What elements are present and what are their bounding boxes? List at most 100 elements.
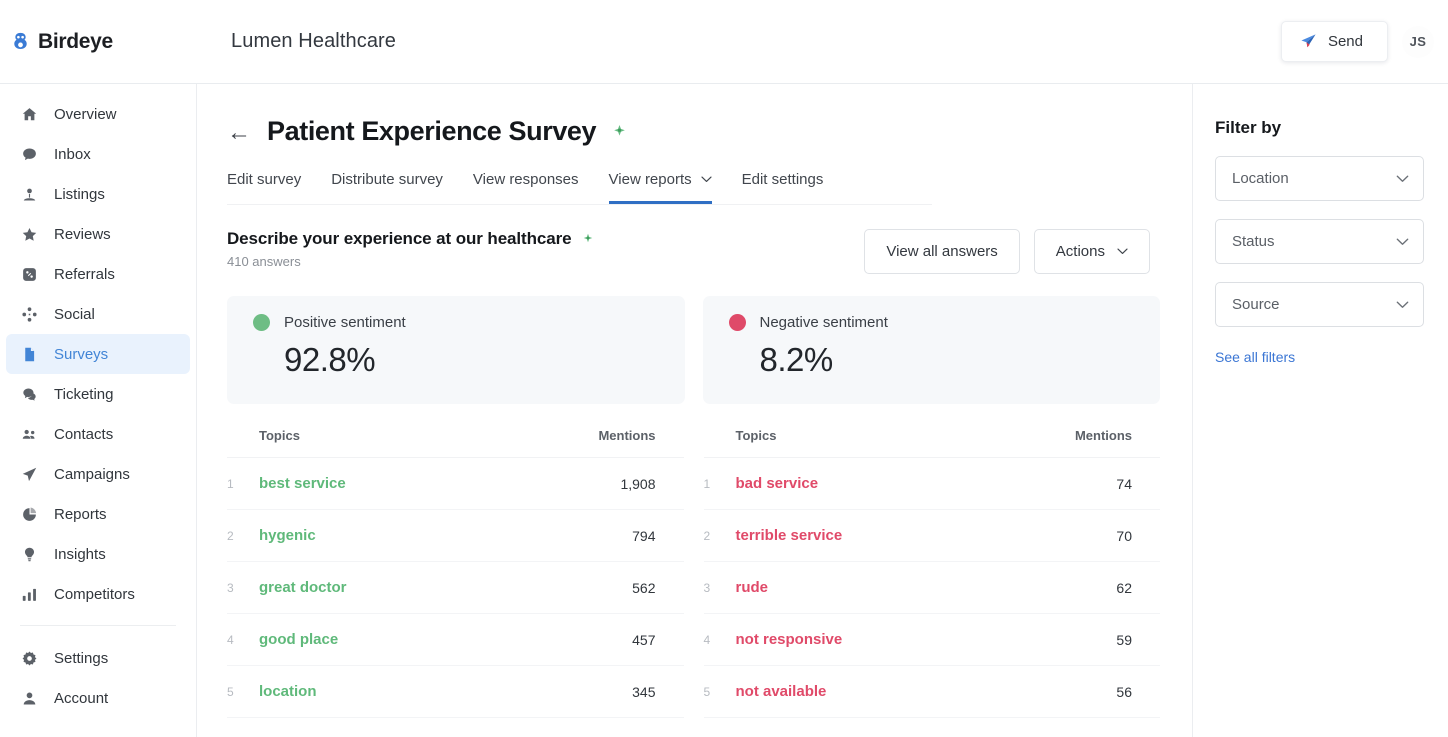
negative-topics-table: Topics Mentions 1 bad service 74 2 terri… [704, 422, 1161, 718]
row-topic[interactable]: great doctor [259, 579, 347, 596]
table-row[interactable]: 1 bad service 74 [704, 458, 1161, 510]
tab-label: View reports [609, 171, 692, 188]
row-mentions: 59 [1116, 632, 1160, 648]
filter-select-label: Location [1232, 170, 1289, 187]
red-dot-icon [729, 314, 746, 331]
negative-sentiment-value: 8.2% [760, 341, 1135, 379]
table-row[interactable]: 2 terrible service 70 [704, 510, 1161, 562]
row-mentions: 562 [632, 580, 683, 596]
sidebar-item-settings[interactable]: Settings [6, 638, 190, 678]
table-row[interactable]: 4 good place 457 [227, 614, 684, 666]
filter-select-label: Source [1232, 296, 1280, 313]
back-arrow-icon[interactable]: ← [227, 121, 251, 145]
table-row[interactable]: 5 location 345 [227, 666, 684, 718]
sidebar-item-inbox[interactable]: Inbox [6, 134, 190, 174]
body-row: Overview Inbox Listings Reviews [0, 84, 1448, 737]
positive-sentiment-label: Positive sentiment [284, 314, 406, 331]
row-topic[interactable]: rude [736, 579, 769, 596]
actions-dropdown-button[interactable]: Actions [1034, 229, 1150, 274]
see-all-filters-link[interactable]: See all filters [1215, 349, 1295, 365]
tab-label: Distribute survey [331, 171, 443, 188]
table-header: Topics Mentions [227, 422, 684, 458]
negative-sentiment-card: Negative sentiment 8.2% [703, 296, 1161, 404]
negative-sentiment-label: Negative sentiment [760, 314, 888, 331]
table-row[interactable]: 1 best service 1,908 [227, 458, 684, 510]
view-all-answers-button[interactable]: View all answers [864, 229, 1019, 274]
filter-select-source[interactable]: Source [1215, 282, 1424, 327]
ai-sparkle-icon [582, 233, 594, 245]
sidebar-item-account[interactable]: Account [6, 678, 190, 718]
sidebar-item-label: Overview [54, 106, 117, 123]
row-topic[interactable]: location [259, 683, 317, 700]
avatar-initials: JS [1410, 34, 1427, 49]
brand-logo[interactable]: Birdeye [0, 30, 197, 54]
row-topic[interactable]: not available [736, 683, 827, 700]
tab-view-responses[interactable]: View responses [473, 171, 579, 204]
row-topic[interactable]: good place [259, 631, 338, 648]
row-rank: 4 [704, 633, 736, 647]
sidebar-item-campaigns[interactable]: Campaigns [6, 454, 190, 494]
account-title: Lumen Healthcare [231, 30, 396, 53]
tab-edit-survey[interactable]: Edit survey [227, 171, 301, 204]
row-topic[interactable]: bad service [736, 475, 819, 492]
sidebar-item-label: Account [54, 690, 108, 707]
avatar[interactable]: JS [1402, 26, 1434, 58]
brand-name: Birdeye [38, 30, 113, 54]
sidebar-item-insights[interactable]: Insights [6, 534, 190, 574]
tab-label: Edit survey [227, 171, 301, 188]
green-dot-icon [253, 314, 270, 331]
sidebar-item-surveys[interactable]: Surveys [6, 334, 190, 374]
row-mentions: 345 [632, 684, 683, 700]
tab-distribute-survey[interactable]: Distribute survey [331, 171, 443, 204]
send-button-label: Send [1328, 33, 1363, 50]
row-rank: 3 [704, 581, 736, 595]
sidebar-item-overview[interactable]: Overview [6, 94, 190, 134]
sidebar-item-listings[interactable]: Listings [6, 174, 190, 214]
page-header: ← Patient Experience Survey [227, 116, 1192, 147]
sidebar-item-ticketing[interactable]: Ticketing [6, 374, 190, 414]
home-icon [20, 105, 38, 123]
birdeye-logo-icon [10, 31, 31, 52]
sidebar-item-reports[interactable]: Reports [6, 494, 190, 534]
column-header-mentions: Mentions [1075, 428, 1160, 443]
sidebar-item-label: Competitors [54, 586, 135, 603]
filter-select-status[interactable]: Status [1215, 219, 1424, 264]
table-row[interactable]: 5 not available 56 [704, 666, 1161, 718]
row-topic[interactable]: best service [259, 475, 346, 492]
tab-view-reports[interactable]: View reports [609, 171, 712, 204]
sidebar-item-competitors[interactable]: Competitors [6, 574, 190, 614]
paper-plane-icon [1300, 33, 1317, 50]
sidebar-item-reviews[interactable]: Reviews [6, 214, 190, 254]
row-topic[interactable]: terrible service [736, 527, 843, 544]
view-all-answers-label: View all answers [886, 243, 997, 260]
sidebar-item-contacts[interactable]: Contacts [6, 414, 190, 454]
column-header-mentions: Mentions [598, 428, 683, 443]
sidebar-item-label: Surveys [54, 346, 108, 363]
row-topic[interactable]: not responsive [736, 631, 843, 648]
question-actions: View all answers Actions [864, 229, 1150, 274]
sidebar-item-social[interactable]: Social [6, 294, 190, 334]
row-mentions: 74 [1116, 476, 1160, 492]
table-row[interactable]: 3 great doctor 562 [227, 562, 684, 614]
table-row[interactable]: 2 hygenic 794 [227, 510, 684, 562]
tab-edit-settings[interactable]: Edit settings [742, 171, 824, 204]
filter-panel-title: Filter by [1215, 118, 1424, 138]
ai-sparkle-icon [612, 124, 627, 139]
positive-sentiment-value: 92.8% [284, 341, 659, 379]
sidebar-item-label: Reviews [54, 226, 111, 243]
row-mentions: 794 [632, 528, 683, 544]
row-mentions: 62 [1116, 580, 1160, 596]
pie-chart-icon [20, 505, 38, 523]
sidebar-item-referrals[interactable]: Referrals [6, 254, 190, 294]
lightbulb-icon [20, 545, 38, 563]
sidebar-item-label: Contacts [54, 426, 113, 443]
people-icon [20, 425, 38, 443]
filter-select-location[interactable]: Location [1215, 156, 1424, 201]
table-row[interactable]: 3 rude 62 [704, 562, 1161, 614]
sidebar-item-label: Referrals [54, 266, 115, 283]
answers-count: 410 answers [227, 254, 594, 269]
send-button[interactable]: Send [1281, 21, 1388, 62]
table-row[interactable]: 4 not responsive 59 [704, 614, 1161, 666]
row-topic[interactable]: hygenic [259, 527, 316, 544]
table-header: Topics Mentions [704, 422, 1161, 458]
